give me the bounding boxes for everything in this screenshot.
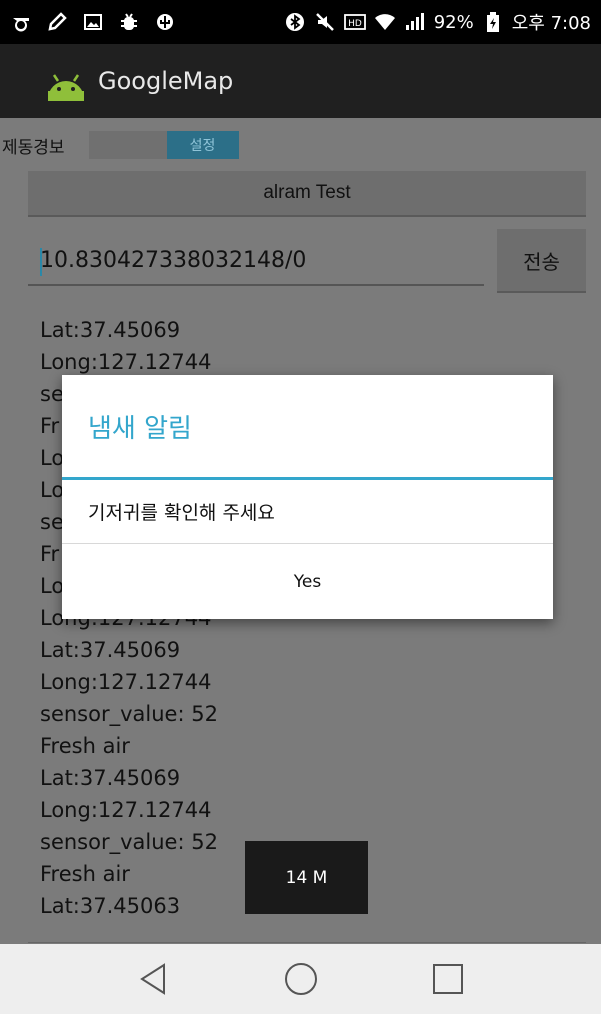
text-cursor xyxy=(40,248,42,276)
log-line: Long:127.12744 xyxy=(40,350,212,374)
hd-icon: HD xyxy=(343,11,366,33)
smell-alert-dialog: 냄새 알림 기저귀를 확인해 주세요 Yes xyxy=(62,375,553,619)
send-button[interactable]: 전송 xyxy=(497,229,586,291)
list-bottom-divider xyxy=(28,942,586,943)
brake-alert-value xyxy=(88,131,167,159)
toast: 14 M xyxy=(245,841,368,914)
bug-icon xyxy=(118,11,140,33)
bluetooth-icon xyxy=(284,11,306,33)
nav-bar xyxy=(0,944,601,1014)
android-icon xyxy=(44,61,88,101)
clock: 오후 7:08 xyxy=(511,13,591,34)
app-title: GoogleMap xyxy=(98,67,234,95)
yes-button[interactable]: Yes xyxy=(62,544,553,619)
usb-icon xyxy=(154,11,176,33)
svg-text:HD: HD xyxy=(348,19,362,29)
dialog-message: 기저귀를 확인해 주세요 xyxy=(62,480,553,544)
log-line: Lat:37.45069 xyxy=(40,318,181,342)
brake-alert-row: 제동경보 설정 xyxy=(0,130,239,160)
log-line: Lat:37.45069 xyxy=(40,766,181,790)
coord-input[interactable] xyxy=(28,236,484,284)
signal-icon xyxy=(404,11,426,33)
app-bar: GoogleMap xyxy=(0,44,601,118)
set-button[interactable]: 설정 xyxy=(166,131,239,159)
sigma-icon xyxy=(10,11,32,33)
recents-icon[interactable] xyxy=(418,949,478,1009)
log-line: Fresh air xyxy=(40,734,130,758)
log-line: Long:127.12744 xyxy=(40,798,212,822)
dialog-title: 냄새 알림 xyxy=(88,413,192,444)
image-icon xyxy=(82,11,104,33)
back-icon[interactable] xyxy=(124,949,184,1009)
brake-alert-label: 제동경보 xyxy=(2,137,65,158)
log-line: sensor_value: 52 xyxy=(40,702,218,726)
status-bar: HD 92% 오후 7:08 xyxy=(0,0,601,44)
pen-icon xyxy=(46,11,68,33)
coord-input-wrapper[interactable] xyxy=(28,236,484,286)
home-icon[interactable] xyxy=(271,949,331,1009)
log-line: Lat:37.45069 xyxy=(40,638,181,662)
battery-icon xyxy=(482,11,504,33)
alarm-test-button[interactable]: alram Test xyxy=(28,171,586,215)
mute-icon xyxy=(314,11,336,33)
wifi-icon xyxy=(374,11,396,33)
battery-percent: 92% xyxy=(433,11,474,33)
log-line: Long:127.12744 xyxy=(40,670,212,694)
